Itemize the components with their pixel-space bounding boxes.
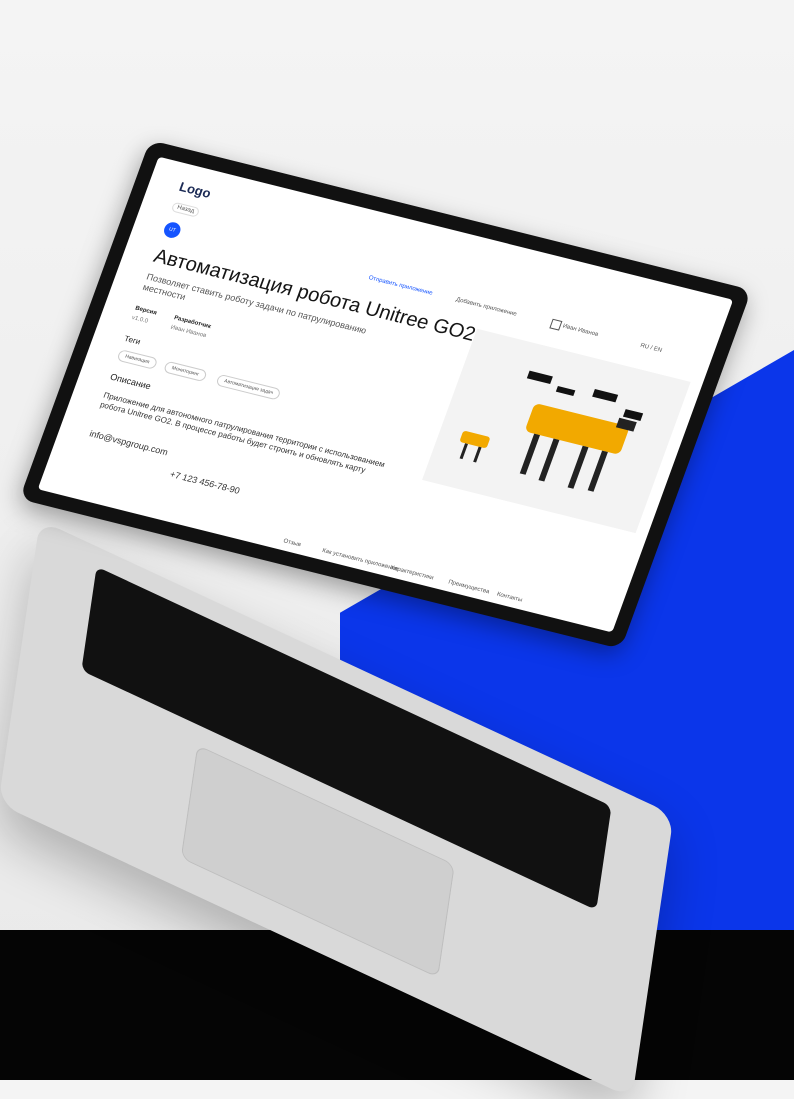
version-label: Версия: [134, 305, 158, 317]
add-app-link[interactable]: Добавить приложение: [455, 297, 518, 318]
robot-illustration: [422, 328, 691, 534]
tag-navigation[interactable]: Навигация: [116, 349, 159, 370]
footer-link-review[interactable]: Отзыв: [282, 538, 301, 548]
description-text: Приложение для автономного патрулировани…: [98, 390, 387, 475]
tag-monitoring[interactable]: Мониторинг: [162, 360, 208, 383]
avatar-initials: UT: [167, 226, 177, 234]
description-label: Описание: [108, 371, 153, 392]
avatar[interactable]: UT: [161, 220, 183, 240]
language-switch[interactable]: RU / EN: [639, 343, 662, 354]
tag-automation[interactable]: Автоматизация задач: [215, 373, 282, 401]
tags-label: Теги: [122, 333, 142, 347]
logo: Logo: [177, 178, 214, 201]
share-app-link[interactable]: Отправить приложение: [368, 275, 434, 297]
version-value: v1.0.0: [130, 315, 149, 325]
footer-link-advantages[interactable]: Преимущества: [447, 579, 490, 595]
footer-link-contacts[interactable]: Контакты: [496, 592, 523, 604]
screen-content: Logo Назад UT Отправить приложение Добав…: [37, 156, 734, 633]
user-name[interactable]: Иван Иванов: [562, 324, 599, 338]
contact-phone[interactable]: +7 123 456-78-90: [169, 469, 242, 496]
scene: Logo Назад UT Отправить приложение Добав…: [0, 0, 794, 1099]
contact-email[interactable]: info@vspgroup.com: [88, 428, 169, 457]
hero-image: [422, 328, 691, 534]
back-button[interactable]: Назад: [170, 201, 201, 218]
